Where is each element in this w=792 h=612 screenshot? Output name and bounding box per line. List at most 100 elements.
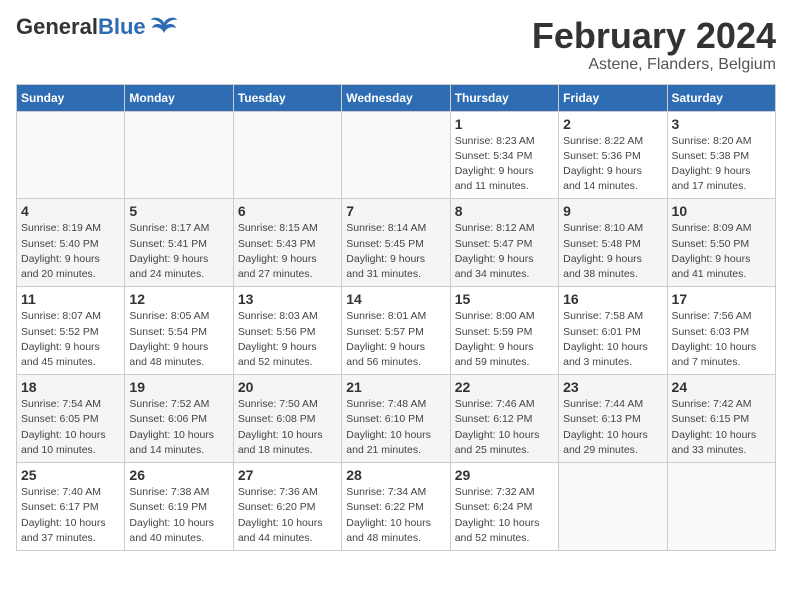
day-info: Sunrise: 8:05 AM Sunset: 5:54 PM Dayligh… xyxy=(129,309,228,370)
page-subtitle: Astene, Flanders, Belgium xyxy=(532,56,776,74)
day-number: 5 xyxy=(129,203,228,219)
logo-bird-icon xyxy=(150,15,178,37)
column-header-saturday: Saturday xyxy=(667,84,775,111)
calendar-header-row: SundayMondayTuesdayWednesdayThursdayFrid… xyxy=(17,84,776,111)
calendar-cell: 14 Sunrise: 8:01 AM Sunset: 5:57 PM Dayli… xyxy=(342,287,450,375)
calendar-cell: 8 Sunrise: 8:12 AM Sunset: 5:47 PM Daylig… xyxy=(450,199,558,287)
calendar-cell: 3Sunrise: 8:20 AM Sunset: 5:38 PM Daylig… xyxy=(667,111,775,199)
day-number: 24 xyxy=(672,379,771,395)
day-info: Sunrise: 7:32 AM Sunset: 6:24 PM Dayligh… xyxy=(455,485,554,546)
calendar-cell: 5 Sunrise: 8:17 AM Sunset: 5:41 PM Daylig… xyxy=(125,199,233,287)
logo-blue: Blue xyxy=(98,14,146,39)
day-info: Sunrise: 7:34 AM Sunset: 6:22 PM Dayligh… xyxy=(346,485,445,546)
calendar-cell: 2 Sunrise: 8:22 AM Sunset: 5:36 PM Daylig… xyxy=(559,111,667,199)
column-header-sunday: Sunday xyxy=(17,84,125,111)
day-info: Sunrise: 7:42 AM Sunset: 6:15 PM Dayligh… xyxy=(672,397,771,458)
day-number: 22 xyxy=(455,379,554,395)
calendar-cell: 26 Sunrise: 7:38 AM Sunset: 6:19 PM Dayli… xyxy=(125,463,233,551)
calendar-cell: 23 Sunrise: 7:44 AM Sunset: 6:13 PM Dayli… xyxy=(559,375,667,463)
calendar-cell xyxy=(342,111,450,199)
day-number: 2 xyxy=(563,116,662,132)
day-number: 16 xyxy=(563,291,662,307)
day-info: Sunrise: 7:56 AM Sunset: 6:03 PM Dayligh… xyxy=(672,309,771,370)
day-info: Sunrise: 8:07 AM Sunset: 5:52 PM Dayligh… xyxy=(21,309,120,370)
day-info: Sunrise: 8:19 AM Sunset: 5:40 PM Dayligh… xyxy=(21,221,120,282)
day-number: 25 xyxy=(21,467,120,483)
calendar-cell: 15Sunrise: 8:00 AM Sunset: 5:59 PM Dayli… xyxy=(450,287,558,375)
title-block: February 2024 Astene, Flanders, Belgium xyxy=(532,16,776,74)
calendar-cell: 16 Sunrise: 7:58 AM Sunset: 6:01 PM Dayli… xyxy=(559,287,667,375)
day-info: Sunrise: 8:14 AM Sunset: 5:45 PM Dayligh… xyxy=(346,221,445,282)
day-info: Sunrise: 8:12 AM Sunset: 5:47 PM Dayligh… xyxy=(455,221,554,282)
calendar-week-row: 18 Sunrise: 7:54 AM Sunset: 6:05 PM Dayli… xyxy=(17,375,776,463)
calendar-cell: 28 Sunrise: 7:34 AM Sunset: 6:22 PM Dayli… xyxy=(342,463,450,551)
day-number: 17 xyxy=(672,291,771,307)
day-info: Sunrise: 7:52 AM Sunset: 6:06 PM Dayligh… xyxy=(129,397,228,458)
day-info: Sunrise: 7:44 AM Sunset: 6:13 PM Dayligh… xyxy=(563,397,662,458)
day-number: 20 xyxy=(238,379,337,395)
calendar-cell xyxy=(667,463,775,551)
day-info: Sunrise: 7:38 AM Sunset: 6:19 PM Dayligh… xyxy=(129,485,228,546)
calendar-cell xyxy=(125,111,233,199)
day-number: 29 xyxy=(455,467,554,483)
day-info: Sunrise: 8:00 AM Sunset: 5:59 PM Dayligh… xyxy=(455,309,554,370)
day-number: 9 xyxy=(563,203,662,219)
day-number: 4 xyxy=(21,203,120,219)
day-number: 6 xyxy=(238,203,337,219)
calendar-cell: 29 Sunrise: 7:32 AM Sunset: 6:24 PM Dayli… xyxy=(450,463,558,551)
day-info: Sunrise: 7:50 AM Sunset: 6:08 PM Dayligh… xyxy=(238,397,337,458)
column-header-monday: Monday xyxy=(125,84,233,111)
calendar-cell: 12 Sunrise: 8:05 AM Sunset: 5:54 PM Dayli… xyxy=(125,287,233,375)
calendar-cell: 9 Sunrise: 8:10 AM Sunset: 5:48 PM Daylig… xyxy=(559,199,667,287)
day-number: 7 xyxy=(346,203,445,219)
page-title: February 2024 xyxy=(532,16,776,56)
day-number: 19 xyxy=(129,379,228,395)
logo-text: GeneralBlue xyxy=(16,16,146,38)
calendar-table: SundayMondayTuesdayWednesdayThursdayFrid… xyxy=(16,84,776,551)
day-number: 18 xyxy=(21,379,120,395)
day-number: 27 xyxy=(238,467,337,483)
calendar-cell: 6Sunrise: 8:15 AM Sunset: 5:43 PM Daylig… xyxy=(233,199,341,287)
day-info: Sunrise: 7:40 AM Sunset: 6:17 PM Dayligh… xyxy=(21,485,120,546)
day-info: Sunrise: 7:36 AM Sunset: 6:20 PM Dayligh… xyxy=(238,485,337,546)
calendar-week-row: 25 Sunrise: 7:40 AM Sunset: 6:17 PM Dayli… xyxy=(17,463,776,551)
calendar-week-row: 1Sunrise: 8:23 AM Sunset: 5:34 PM Daylig… xyxy=(17,111,776,199)
day-info: Sunrise: 8:17 AM Sunset: 5:41 PM Dayligh… xyxy=(129,221,228,282)
page-header: GeneralBlue February 2024 Astene, Flande… xyxy=(16,16,776,74)
calendar-cell xyxy=(17,111,125,199)
calendar-cell: 18 Sunrise: 7:54 AM Sunset: 6:05 PM Dayli… xyxy=(17,375,125,463)
day-info: Sunrise: 7:58 AM Sunset: 6:01 PM Dayligh… xyxy=(563,309,662,370)
day-number: 11 xyxy=(21,291,120,307)
column-header-friday: Friday xyxy=(559,84,667,111)
day-info: Sunrise: 8:23 AM Sunset: 5:34 PM Dayligh… xyxy=(455,134,554,195)
calendar-cell: 25 Sunrise: 7:40 AM Sunset: 6:17 PM Dayli… xyxy=(17,463,125,551)
calendar-cell: 22Sunrise: 7:46 AM Sunset: 6:12 PM Dayli… xyxy=(450,375,558,463)
calendar-cell xyxy=(559,463,667,551)
column-header-thursday: Thursday xyxy=(450,84,558,111)
calendar-cell: 24 Sunrise: 7:42 AM Sunset: 6:15 PM Dayli… xyxy=(667,375,775,463)
calendar-cell: 4 Sunrise: 8:19 AM Sunset: 5:40 PM Daylig… xyxy=(17,199,125,287)
day-info: Sunrise: 8:22 AM Sunset: 5:36 PM Dayligh… xyxy=(563,134,662,195)
day-info: Sunrise: 8:09 AM Sunset: 5:50 PM Dayligh… xyxy=(672,221,771,282)
calendar-cell: 11 Sunrise: 8:07 AM Sunset: 5:52 PM Dayli… xyxy=(17,287,125,375)
calendar-cell: 1Sunrise: 8:23 AM Sunset: 5:34 PM Daylig… xyxy=(450,111,558,199)
day-info: Sunrise: 8:03 AM Sunset: 5:56 PM Dayligh… xyxy=(238,309,337,370)
calendar-cell xyxy=(233,111,341,199)
calendar-cell: 27 Sunrise: 7:36 AM Sunset: 6:20 PM Dayli… xyxy=(233,463,341,551)
day-info: Sunrise: 8:01 AM Sunset: 5:57 PM Dayligh… xyxy=(346,309,445,370)
day-number: 14 xyxy=(346,291,445,307)
day-info: Sunrise: 7:48 AM Sunset: 6:10 PM Dayligh… xyxy=(346,397,445,458)
day-info: Sunrise: 7:54 AM Sunset: 6:05 PM Dayligh… xyxy=(21,397,120,458)
column-header-tuesday: Tuesday xyxy=(233,84,341,111)
day-number: 23 xyxy=(563,379,662,395)
day-number: 26 xyxy=(129,467,228,483)
day-info: Sunrise: 8:10 AM Sunset: 5:48 PM Dayligh… xyxy=(563,221,662,282)
day-number: 12 xyxy=(129,291,228,307)
calendar-cell: 20 Sunrise: 7:50 AM Sunset: 6:08 PM Dayli… xyxy=(233,375,341,463)
day-number: 21 xyxy=(346,379,445,395)
calendar-week-row: 4 Sunrise: 8:19 AM Sunset: 5:40 PM Daylig… xyxy=(17,199,776,287)
day-number: 28 xyxy=(346,467,445,483)
day-number: 8 xyxy=(455,203,554,219)
day-number: 3 xyxy=(672,116,771,132)
column-header-wednesday: Wednesday xyxy=(342,84,450,111)
